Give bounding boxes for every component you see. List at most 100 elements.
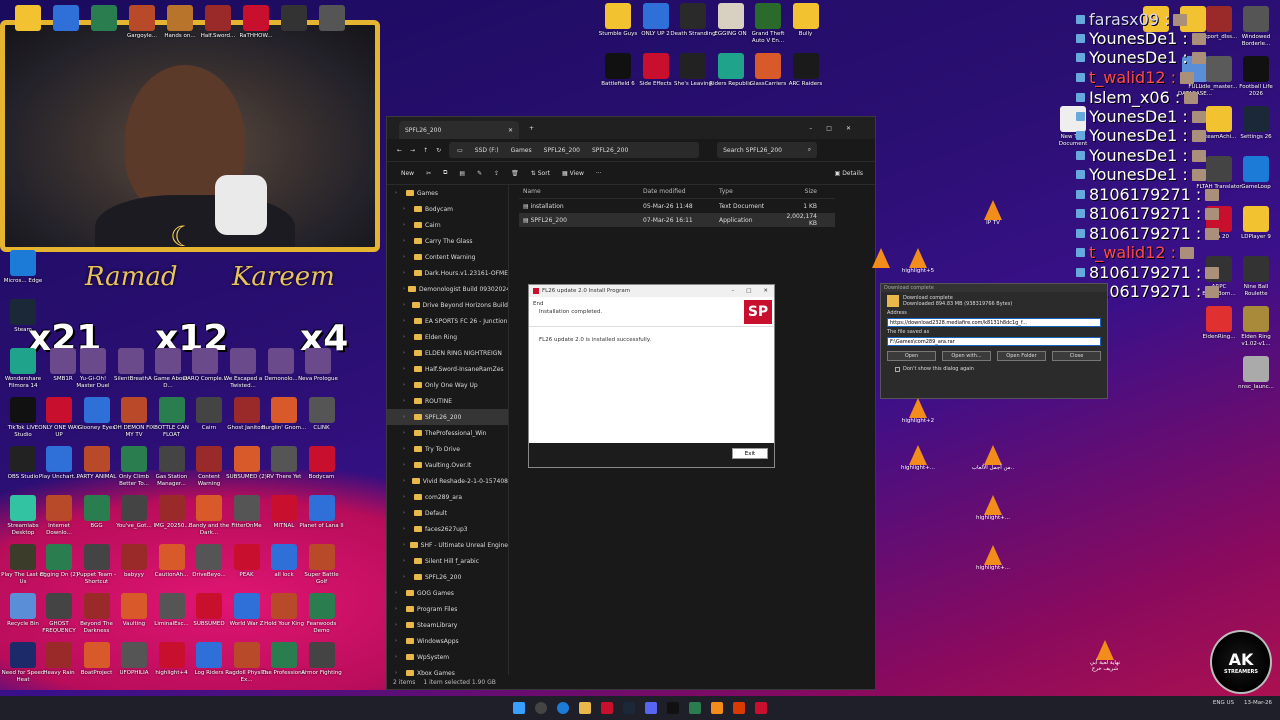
tree-item[interactable]: › Demonologist Build 09302024 — [387, 281, 508, 297]
tree-item[interactable]: › Elden Ring — [387, 329, 508, 345]
explorer-tab[interactable]: SPFL26_200 ✕ — [399, 121, 519, 139]
breadcrumb-item[interactable]: SPFL26_200 — [544, 147, 580, 154]
breadcrumb-item[interactable]: SSD (F:) — [475, 147, 499, 154]
view-button[interactable]: ▦ View — [562, 170, 584, 177]
refresh-icon[interactable]: ↻ — [436, 147, 441, 154]
maximize-icon[interactable]: □ — [746, 288, 751, 294]
tree-item[interactable]: › Cairn — [387, 217, 508, 233]
tree-item[interactable]: › Dark.Hours.v1.23161-OFME — [387, 265, 508, 281]
breadcrumb-item[interactable]: Games — [511, 147, 532, 154]
chevron-right-icon[interactable]: › — [403, 558, 411, 564]
desktop-icon[interactable]: CLINK — [299, 397, 345, 432]
share-icon[interactable]: ⇪ — [494, 170, 499, 177]
tree-item[interactable]: › faces2627up3 — [387, 521, 508, 537]
chevron-right-icon[interactable]: › — [395, 190, 403, 196]
dont-show-checkbox[interactable]: Don't show this dialog again — [881, 366, 1107, 372]
clock-date[interactable]: 13-Mar-26 — [1244, 700, 1272, 706]
close-button[interactable]: Close — [1052, 351, 1101, 361]
chevron-right-icon[interactable]: › — [403, 382, 411, 388]
system-tray[interactable]: ENG US 13-Mar-26 — [1213, 700, 1272, 706]
navigation-pane[interactable]: › Games › Bodycam › Cairn › Carry The Glass › Con… — [387, 185, 509, 677]
new-tab-icon[interactable]: + — [529, 125, 534, 132]
column-size[interactable]: Size — [777, 188, 817, 195]
sp-installer-icon[interactable] — [755, 702, 767, 714]
minimize-icon[interactable]: – — [731, 288, 734, 294]
search-icon[interactable] — [535, 702, 547, 714]
chevron-right-icon[interactable]: › — [403, 446, 411, 452]
desktop-icon[interactable]: Micros... Edge — [0, 250, 46, 285]
app-icon[interactable] — [689, 702, 701, 714]
tree-item[interactable]: › Default — [387, 505, 508, 521]
chevron-right-icon[interactable]: › — [395, 606, 403, 612]
desktop-icon[interactable]: GameLoop — [1233, 156, 1279, 191]
tree-item[interactable]: › com289_ara — [387, 489, 508, 505]
copy-icon[interactable]: ⧉ — [443, 169, 447, 177]
desktop-icon[interactable]: Super Battle Golf — [299, 544, 345, 585]
chevron-right-icon[interactable]: › — [403, 526, 411, 532]
tree-item[interactable]: › ELDEN RING NIGHTREIGN — [387, 345, 508, 361]
chevron-right-icon[interactable]: › — [403, 270, 411, 276]
discord-icon[interactable] — [645, 702, 657, 714]
desktop-icon[interactable]: Armor Fighting — [299, 642, 345, 677]
desktop-icon[interactable]: LDPlayer 9 — [1233, 206, 1279, 241]
desktop-icon[interactable]: Elden Ring v1.02-v1... — [1233, 306, 1279, 347]
tree-item[interactable]: › Half.Sword-InsaneRamZes — [387, 361, 508, 377]
tree-item[interactable]: › TheProfessional_Win — [387, 425, 508, 441]
breadcrumb[interactable]: ▭ SSD (F:) Games SPFL26_200 SPFL26_200 — [449, 142, 700, 158]
tree-item[interactable]: › SPFL26_200 — [387, 569, 508, 585]
vlc-shortcut[interactable]: highlight+... — [970, 495, 1016, 521]
chevron-right-icon[interactable]: › — [403, 222, 411, 228]
tree-item[interactable]: › Games — [387, 185, 508, 201]
desktop-icon[interactable] — [309, 5, 355, 33]
breadcrumb-item[interactable]: SPFL26_200 — [592, 147, 628, 154]
install-dialog[interactable]: FL26 update 2.0 Install Program – □ ✕ En… — [528, 284, 775, 468]
chevron-right-icon[interactable]: › — [403, 318, 411, 324]
desktop-icon[interactable]: Fearwoods Demo — [299, 593, 345, 634]
chevron-right-icon[interactable]: › — [403, 286, 405, 292]
rename-icon[interactable]: ✎ — [477, 170, 482, 177]
tree-item[interactable]: › SHF - Ultimate Unreal Engine — [387, 537, 508, 553]
tiktok-icon[interactable] — [667, 702, 679, 714]
chevron-right-icon[interactable]: › — [403, 494, 411, 500]
tree-item[interactable]: › Vaulting.Over.It — [387, 457, 508, 473]
forward-icon[interactable]: → — [410, 147, 415, 154]
desktop-icon[interactable]: Settings 26 — [1233, 106, 1279, 141]
tree-item[interactable]: › WpSystem — [387, 649, 508, 665]
desktop-icon[interactable]: Windowed Borderle... — [1233, 6, 1279, 47]
file-explorer-icon[interactable] — [579, 702, 591, 714]
vlc-shortcut[interactable]: highlight+... — [970, 545, 1016, 571]
chevron-right-icon[interactable]: › — [395, 622, 403, 628]
chevron-right-icon[interactable]: › — [395, 638, 403, 644]
start-icon[interactable] — [513, 702, 525, 714]
tree-item[interactable]: › Drive Beyond Horizons Build — [387, 297, 508, 313]
paste-icon[interactable]: ▤ — [459, 170, 465, 177]
chevron-right-icon[interactable]: › — [403, 254, 411, 260]
tree-item[interactable]: › WindowsApps — [387, 633, 508, 649]
close-icon[interactable]: ✕ — [763, 288, 768, 294]
column-date[interactable]: Date modified — [643, 188, 719, 195]
address-field[interactable]: https://download2328.mediafire.com/k8131… — [887, 318, 1101, 327]
chevron-right-icon[interactable]: › — [403, 462, 411, 468]
desktop-icon[interactable]: ARC Raiders — [783, 53, 829, 88]
up-icon[interactable]: ↑ — [423, 147, 428, 154]
chevron-right-icon[interactable]: › — [395, 654, 403, 660]
chevron-right-icon[interactable]: › — [403, 478, 409, 484]
tree-item[interactable]: › Silent Hill f_arabic — [387, 553, 508, 569]
tree-item[interactable]: › Program Files — [387, 601, 508, 617]
chevron-right-icon[interactable]: › — [403, 350, 411, 356]
file-list[interactable]: Name Date modified Type Size ▤ installat… — [519, 185, 835, 227]
vlc-icon[interactable] — [711, 702, 723, 714]
tree-item[interactable]: › Try To Drive — [387, 441, 508, 457]
exit-button[interactable]: Exit — [732, 448, 768, 459]
chevron-right-icon[interactable]: › — [403, 510, 411, 516]
app-icon[interactable] — [733, 702, 745, 714]
column-name[interactable]: Name — [519, 188, 643, 195]
close-icon[interactable]: ✕ — [508, 127, 513, 134]
window-controls[interactable]: –□✕ — [809, 125, 875, 132]
chevron-right-icon[interactable]: › — [403, 238, 411, 244]
back-icon[interactable]: ← — [397, 147, 402, 154]
new-button[interactable]: New — [401, 170, 414, 177]
chevron-right-icon[interactable]: › — [403, 302, 409, 308]
desktop-icon[interactable]: Neva Prologue — [295, 348, 341, 383]
chevron-right-icon[interactable]: › — [403, 414, 411, 420]
